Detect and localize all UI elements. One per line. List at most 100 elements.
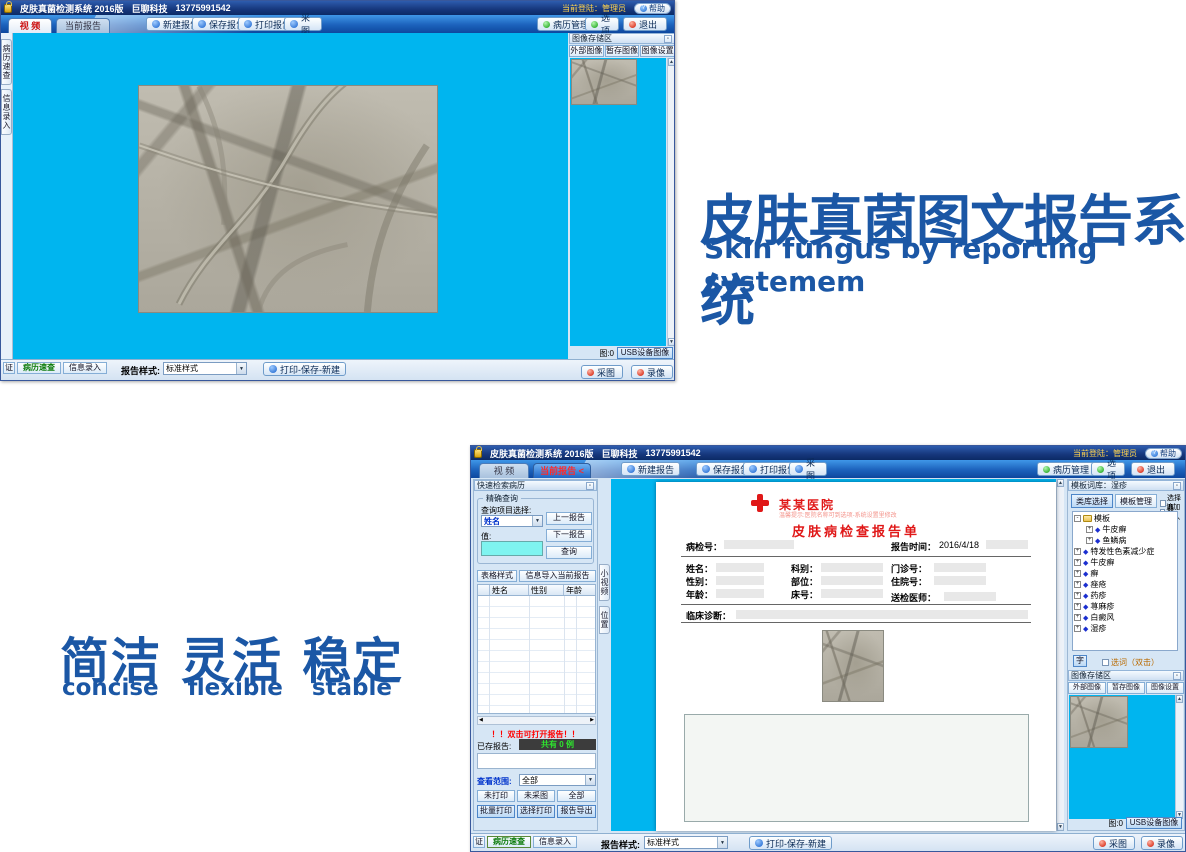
value-input[interactable] — [481, 541, 543, 556]
table-style-button[interactable]: 表格样式 — [477, 570, 517, 582]
external-images-button[interactable]: 外部图像 — [569, 45, 604, 57]
char-button[interactable]: 字 — [1073, 655, 1087, 667]
tree-item[interactable]: +◆特发性色素减少症 — [1074, 546, 1176, 557]
tree-item[interactable]: +◆药疹 — [1074, 590, 1176, 601]
expander-icon[interactable]: + — [1086, 526, 1093, 533]
import-info-button[interactable]: 信息导入当前报告 — [519, 570, 596, 582]
report-text-area[interactable] — [684, 714, 1029, 822]
expander-icon[interactable]: + — [1086, 537, 1093, 544]
select-arrow-icon[interactable]: ▼ — [717, 837, 727, 848]
word-select-checkbox[interactable]: 选词（双击） — [1102, 657, 1159, 668]
select-arrow-icon[interactable]: ▼ — [236, 363, 246, 374]
tree-item[interactable]: +◆湿疹 — [1074, 623, 1176, 634]
results-table[interactable]: 姓名 性别 年龄 — [477, 584, 596, 714]
not-captured-button[interactable]: 未采图 — [517, 790, 555, 802]
report-style-select[interactable]: 标准样式 ▼ — [163, 362, 247, 375]
storage-thumbnail[interactable] — [1070, 696, 1128, 748]
new-report-button[interactable]: 新建报告 — [621, 462, 680, 476]
usb-device-button[interactable]: USB设备图像 — [617, 347, 673, 359]
capture-bottom-button[interactable]: 采图 — [581, 365, 623, 379]
expander-icon[interactable]: + — [1074, 570, 1081, 577]
prev-report-button[interactable]: 上一报告 — [546, 512, 592, 525]
tree-item[interactable]: +◆牛皮癣 — [1074, 557, 1176, 568]
select-arrow-icon[interactable]: ▼ — [585, 775, 595, 785]
info-entry-button[interactable]: 信息录入 — [63, 362, 107, 374]
report-scrollbar[interactable]: ▲ ▼ — [1056, 479, 1064, 831]
info-entry-button[interactable]: 信息录入 — [533, 836, 577, 848]
image-settings-button[interactable]: 图像设置 — [1146, 682, 1184, 694]
report-style-select[interactable]: 标准样式 ▼ — [644, 836, 728, 849]
sidebar-tab-info-entry[interactable]: 信息录入 — [1, 89, 12, 135]
select-print-button[interactable]: 选择打印 — [517, 805, 555, 818]
tree-item[interactable]: -模板 — [1074, 513, 1176, 524]
expander-icon[interactable]: + — [1074, 603, 1081, 610]
scroll-left-icon[interactable]: ◀ — [478, 717, 484, 724]
tree-item[interactable]: +◆鱼鳞病 — [1074, 535, 1176, 546]
scroll-down-icon[interactable]: ▼ — [1057, 823, 1064, 831]
scroll-down-icon[interactable]: ▼ — [668, 338, 675, 346]
tab-video[interactable]: 视 频 — [479, 463, 529, 478]
view-range-select[interactable]: 全部 ▼ — [519, 774, 596, 786]
records-button[interactable]: 病历管理 — [1037, 462, 1095, 476]
tree-item[interactable]: +◆牛皮癣 — [1074, 524, 1176, 535]
expander-icon[interactable]: + — [1074, 581, 1081, 588]
storage-close-icon[interactable]: ▫ — [1173, 672, 1181, 680]
tree-item[interactable]: +◆荨麻疹 — [1074, 601, 1176, 612]
record-button[interactable]: 录像 — [631, 365, 673, 379]
expander-icon[interactable]: + — [1074, 559, 1081, 566]
template-tree[interactable]: -模板 +◆牛皮癣 +◆鱼鳞病 +◆特发性色素减少症 +◆牛皮癣 +◆癣 +◆痤… — [1072, 511, 1178, 651]
batch-print-button[interactable]: 批量打印 — [477, 805, 515, 818]
export-report-button[interactable]: 报告导出 — [557, 805, 596, 818]
cert-button[interactable]: 证 — [3, 362, 15, 374]
print-save-new-button[interactable]: 打印-保存-新建 — [749, 836, 832, 850]
expander-icon[interactable]: + — [1074, 625, 1081, 632]
quick-search-button[interactable]: 病历速查 — [17, 362, 61, 374]
temp-images-button[interactable]: 暂存图像 — [605, 45, 640, 57]
not-printed-button[interactable]: 未打印 — [477, 790, 515, 802]
quick-search-button[interactable]: 病历速查 — [487, 836, 531, 848]
image-settings-button[interactable]: 图像设置 — [640, 45, 675, 57]
h-scrollbar[interactable]: ◀ ▶ — [477, 716, 596, 725]
storage-close-icon[interactable]: ▫ — [664, 35, 672, 43]
external-images-button[interactable]: 外部图像 — [1068, 682, 1106, 694]
sidebar-tab-position[interactable]: 位置 — [599, 606, 610, 634]
select-arrow-icon[interactable]: ▼ — [532, 516, 542, 526]
scroll-up-icon[interactable]: ▲ — [1057, 479, 1064, 487]
storage-scrollbar[interactable]: ▲ ▼ — [1175, 695, 1183, 819]
tab-video[interactable]: 视 频 — [8, 18, 52, 33]
temp-images-button[interactable]: 暂存图像 — [1107, 682, 1145, 694]
next-report-button[interactable]: 下一报告 — [546, 529, 592, 542]
tree-item[interactable]: +◆痤疮 — [1074, 579, 1176, 590]
capture-button[interactable]: 采图 — [284, 17, 322, 31]
expander-icon[interactable]: + — [1074, 548, 1081, 555]
options-button[interactable]: 选项 — [1091, 462, 1125, 476]
template-close-icon[interactable]: ▫ — [1173, 482, 1181, 490]
capture-bottom-button[interactable]: 采图 — [1093, 836, 1135, 850]
capture-button[interactable]: 采图 — [789, 462, 827, 476]
tab-current-report[interactable]: 当前报告 < — [533, 463, 591, 478]
options-button[interactable]: 选项 — [585, 17, 619, 31]
tab-current-report[interactable]: 当前报告 < — [56, 18, 110, 33]
lib-select-button[interactable]: 类库选择 — [1071, 494, 1113, 508]
tree-item[interactable]: +◆癣 — [1074, 568, 1176, 579]
sidebar-tab-quick-search[interactable]: 病历速查 — [1, 39, 12, 85]
quick-search-close-icon[interactable]: ▫ — [586, 482, 594, 490]
template-manage-button[interactable]: 模板管理 — [1115, 494, 1157, 508]
cert-button[interactable]: 证 — [473, 836, 485, 848]
scroll-right-icon[interactable]: ▶ — [589, 717, 595, 724]
storage-thumbnail[interactable] — [571, 59, 637, 105]
expander-icon[interactable]: + — [1074, 592, 1081, 599]
record-button[interactable]: 录像 — [1141, 836, 1183, 850]
help-button[interactable]: ? 帮助 — [1145, 448, 1182, 459]
sidebar-tab-small-video[interactable]: 小视频 — [599, 564, 610, 601]
storage-scrollbar[interactable]: ▲ ▼ — [667, 58, 675, 346]
usb-device-button[interactable]: USB设备图像 — [1126, 817, 1182, 829]
field-select[interactable]: 姓名 ▼ — [481, 515, 543, 527]
results-table-body[interactable] — [477, 596, 596, 714]
exit-button[interactable]: 退出 — [623, 17, 667, 31]
help-button[interactable]: ? 帮助 — [634, 3, 671, 14]
query-button[interactable]: 查询 — [546, 546, 592, 559]
print-save-new-button[interactable]: 打印-保存-新建 — [263, 362, 346, 376]
all-button[interactable]: 全部 — [557, 790, 596, 802]
report-micrograph-image[interactable] — [822, 630, 884, 702]
